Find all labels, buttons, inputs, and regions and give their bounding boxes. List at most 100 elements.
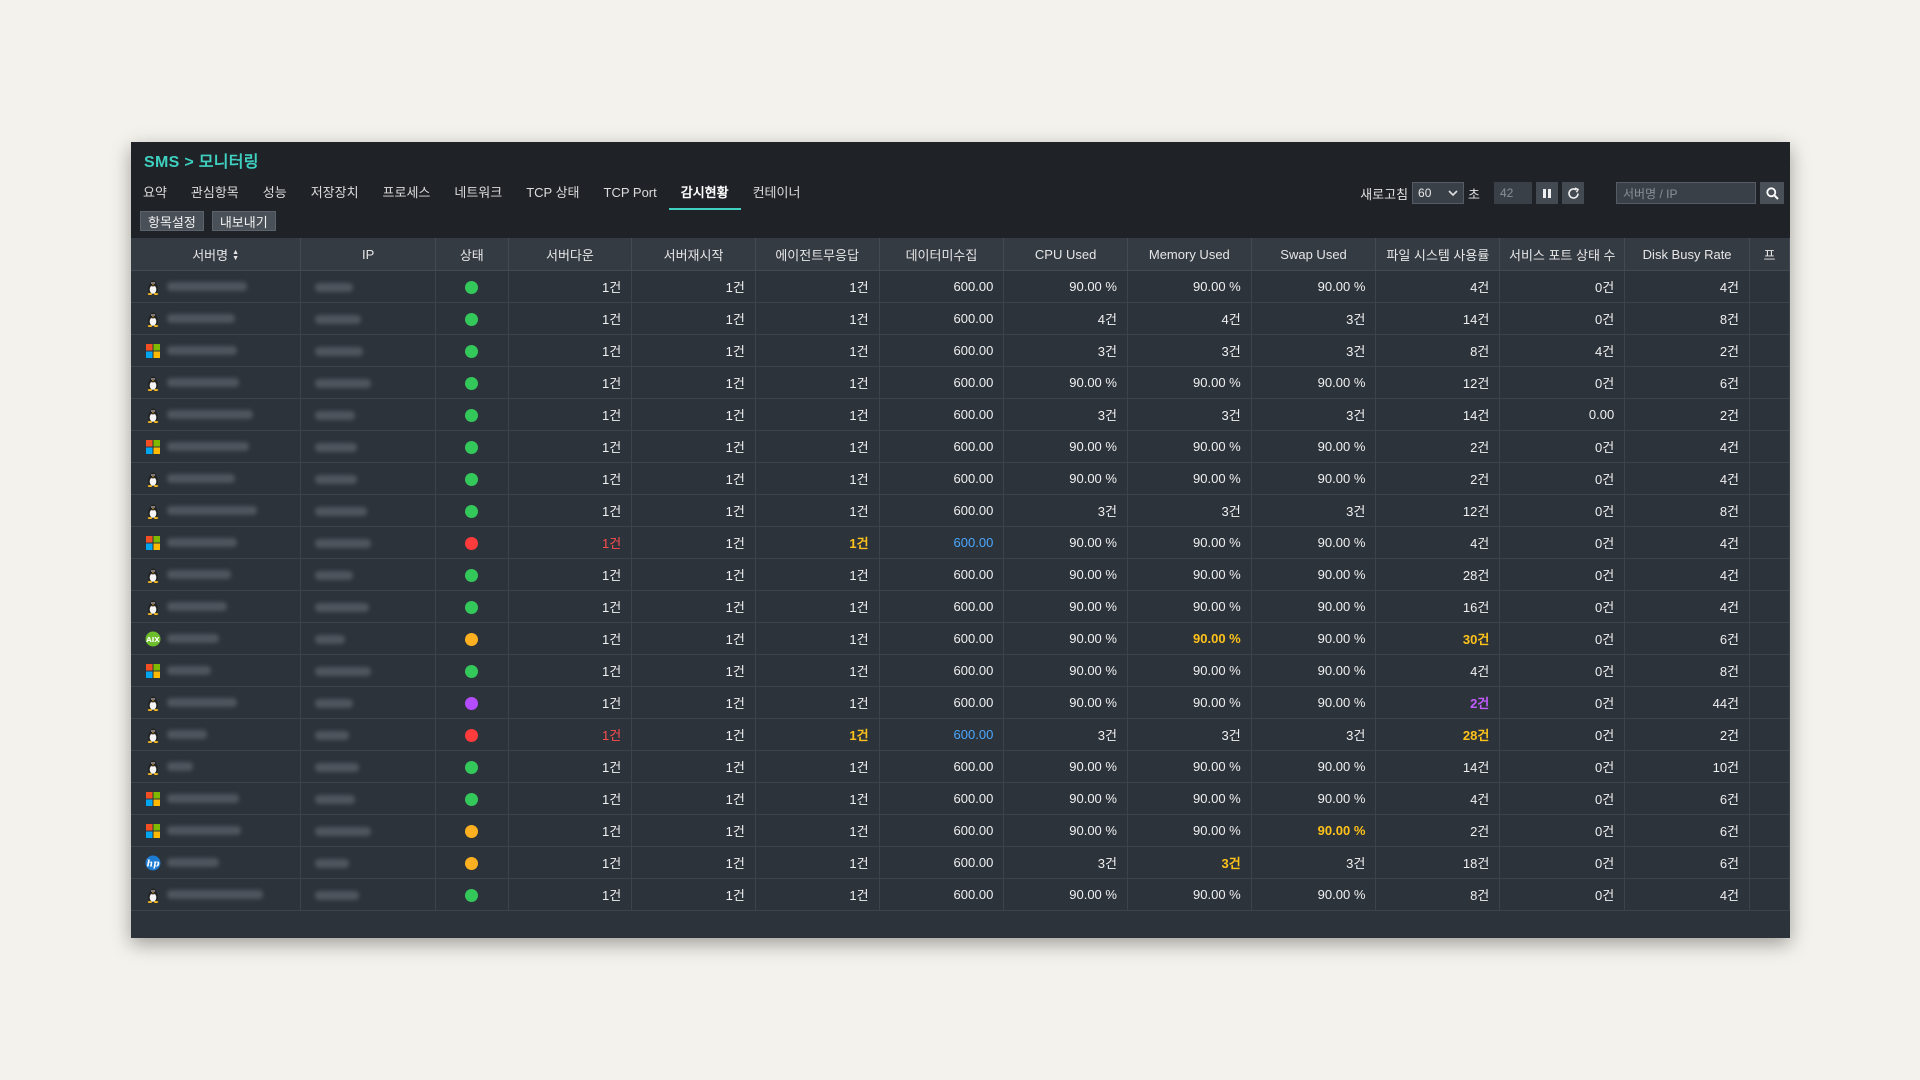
column-header-label: 서버명 — [192, 247, 229, 263]
column-settings-button[interactable]: 항목설정 — [140, 211, 204, 231]
search-input[interactable]: 서버명 / IP — [1616, 182, 1756, 204]
table-row[interactable]: 1건 1건 1건 600.00 90.00 % 90.00 % 90.00 % 4건 0건 4건 — [131, 526, 1790, 559]
column-header[interactable]: 파일 시스템 사용률 — [1375, 238, 1501, 271]
table-row[interactable]: 1건 1건 1건 600.00 90.00 % 90.00 % 90.00 % 8건 0건 4건 — [131, 878, 1790, 911]
port-cell: 0건 — [1499, 558, 1626, 591]
fs-cell: 30건 — [1375, 622, 1501, 655]
server-name-cell[interactable] — [131, 366, 302, 399]
tab-item[interactable]: 관심항목 — [179, 178, 251, 208]
server-name-cell[interactable] — [131, 526, 302, 559]
server-name-cell[interactable] — [131, 462, 302, 495]
table-row[interactable]: 1건 1건 1건 600.00 3건 3건 3건 12건 0건 8건 — [131, 494, 1790, 527]
table-row[interactable]: 1건 1건 1건 600.00 90.00 % 90.00 % 90.00 % 2건 0건 44건 — [131, 686, 1790, 719]
table-row[interactable]: 1건 1건 1건 600.00 90.00 % 90.00 % 90.00 % 4건 0건 4건 — [131, 270, 1790, 303]
server-name-cell[interactable] — [131, 558, 302, 591]
server-name-cell[interactable]: AIX — [131, 622, 302, 655]
table-row[interactable]: 1건 1건 1건 600.00 90.00 % 90.00 % 90.00 % 2건 0건 4건 — [131, 430, 1790, 463]
tab-item[interactable]: 프로세스 — [371, 178, 443, 208]
refresh-button[interactable] — [1562, 182, 1584, 204]
mem-cell: 90.00 % — [1127, 366, 1252, 399]
tab-item[interactable]: 컨테이너 — [741, 178, 813, 208]
server-name-redacted — [167, 346, 237, 356]
tab-item[interactable]: TCP Port — [592, 178, 669, 208]
table-row[interactable]: 1건 1건 1건 600.00 4건 4건 3건 14건 0건 8건 — [131, 302, 1790, 335]
tab-item[interactable]: 저장장치 — [299, 178, 371, 208]
server-name-cell[interactable] — [131, 334, 302, 367]
export-button[interactable]: 내보내기 — [211, 211, 276, 231]
server-name-cell[interactable] — [131, 590, 302, 623]
disk-cell: 4건 — [1624, 558, 1751, 591]
column-header[interactable]: IP — [300, 238, 436, 271]
server-name-cell[interactable] — [131, 718, 302, 751]
status-cell — [435, 686, 509, 719]
column-header[interactable]: 서버명 ▲▼ — [131, 238, 302, 271]
server-name-cell[interactable] — [131, 654, 302, 687]
server-name-cell[interactable]: hp — [131, 846, 302, 879]
linux-os-icon — [145, 374, 161, 391]
table-row[interactable]: hp 1건 1건 1건 600.00 3건 3건 3건 18건 0건 6건 — [131, 846, 1790, 879]
table-row[interactable]: AIX 1건 1건 1건 600.00 90.00 % 90.00 % 90.00 % 30건 0… — [131, 622, 1790, 655]
server-name-cell[interactable] — [131, 430, 302, 463]
windows-os-icon — [145, 534, 161, 550]
table-row[interactable]: 1건 1건 1건 600.00 90.00 % 90.00 % 90.00 % 2건 0건 6건 — [131, 814, 1790, 847]
status-cell — [435, 654, 509, 687]
tab-item[interactable]: 성능 — [251, 178, 299, 208]
server-name-cell[interactable] — [131, 782, 302, 815]
mem-cell: 90.00 % — [1127, 462, 1252, 495]
column-header[interactable]: 상태 — [435, 238, 509, 271]
tab-item[interactable]: 요약 — [131, 178, 179, 208]
column-header[interactable]: 서버다운 — [508, 238, 633, 271]
column-header[interactable]: Swap Used — [1251, 238, 1377, 271]
restart-cell: 1건 — [631, 334, 756, 367]
ip-redacted — [315, 795, 356, 805]
down-cell: 1건 — [508, 558, 633, 591]
table-row[interactable]: 1건 1건 1건 600.00 3건 3건 3건 8건 4건 2건 — [131, 334, 1790, 367]
column-header[interactable]: 서버재시작 — [631, 238, 756, 271]
port-cell: 0건 — [1499, 494, 1626, 527]
agent-cell: 1건 — [755, 750, 880, 783]
table-row[interactable]: 1건 1건 1건 600.00 90.00 % 90.00 % 90.00 % 14건 0건 10… — [131, 750, 1790, 783]
server-name-cell[interactable] — [131, 750, 302, 783]
column-header[interactable]: 프 — [1749, 238, 1790, 271]
column-header[interactable]: 데이터미수집 — [879, 238, 1005, 271]
column-header[interactable]: 에이전트무응답 — [755, 238, 880, 271]
refresh-interval-select[interactable]: 60 — [1412, 182, 1465, 204]
column-header-label: 프 — [1763, 247, 1776, 263]
server-name-cell[interactable] — [131, 878, 302, 911]
server-name-cell[interactable] — [131, 686, 302, 719]
ip-cell — [300, 622, 436, 655]
server-name-cell[interactable] — [131, 302, 302, 335]
server-name-cell[interactable] — [131, 494, 302, 527]
table-row[interactable]: 1건 1건 1건 600.00 90.00 % 90.00 % 90.00 % 28건 0건 4건 — [131, 558, 1790, 591]
table-row[interactable]: 1건 1건 1건 600.00 90.00 % 90.00 % 90.00 % 4건 0건 8건 — [131, 654, 1790, 687]
table-row[interactable]: 1건 1건 1건 600.00 90.00 % 90.00 % 90.00 % 4건 0건 6건 — [131, 782, 1790, 815]
tab-item[interactable]: 감시현황 — [668, 178, 741, 210]
agent-cell: 1건 — [755, 718, 880, 751]
fs-cell: 28건 — [1375, 558, 1501, 591]
column-header[interactable]: Disk Busy Rate — [1624, 238, 1751, 271]
pause-button[interactable] — [1536, 182, 1558, 204]
search-button[interactable] — [1760, 182, 1784, 204]
table-row[interactable]: 1건 1건 1건 600.00 90.00 % 90.00 % 90.00 % 2건 0건 4건 — [131, 462, 1790, 495]
tab-bar: 요약 관심항목 성능 저장장치 프로세스 네트워크 TCP 상태 TCP Port 감시현황 컨테… — [131, 178, 813, 210]
table-row[interactable]: 1건 1건 1건 600.00 3건 3건 3건 28건 0건 2건 — [131, 718, 1790, 751]
fs-cell: 12건 — [1375, 494, 1501, 527]
table-row[interactable]: 1건 1건 1건 600.00 3건 3건 3건 14건 0.00 2건 — [131, 398, 1790, 431]
column-header[interactable]: CPU Used — [1003, 238, 1128, 271]
fs-cell: 14건 — [1375, 398, 1501, 431]
tab-item[interactable]: TCP 상태 — [514, 178, 591, 208]
server-name-cell[interactable] — [131, 270, 302, 303]
column-header[interactable]: Memory Used — [1127, 238, 1252, 271]
swap-cell: 3건 — [1251, 846, 1377, 879]
swap-cell: 90.00 % — [1251, 462, 1377, 495]
sort-icon[interactable]: ▲▼ — [232, 249, 239, 262]
server-name-cell[interactable] — [131, 814, 302, 847]
restart-cell: 1건 — [631, 558, 756, 591]
table-row[interactable]: 1건 1건 1건 600.00 90.00 % 90.00 % 90.00 % 16건 0건 4건 — [131, 590, 1790, 623]
server-name-cell[interactable] — [131, 398, 302, 431]
nodata-cell: 600.00 — [879, 622, 1005, 655]
table-row[interactable]: 1건 1건 1건 600.00 90.00 % 90.00 % 90.00 % 12건 0건 6건 — [131, 366, 1790, 399]
overflow-cell — [1749, 654, 1790, 687]
column-header[interactable]: 서비스 포트 상태 수 — [1499, 238, 1626, 271]
tab-item[interactable]: 네트워크 — [442, 178, 514, 208]
